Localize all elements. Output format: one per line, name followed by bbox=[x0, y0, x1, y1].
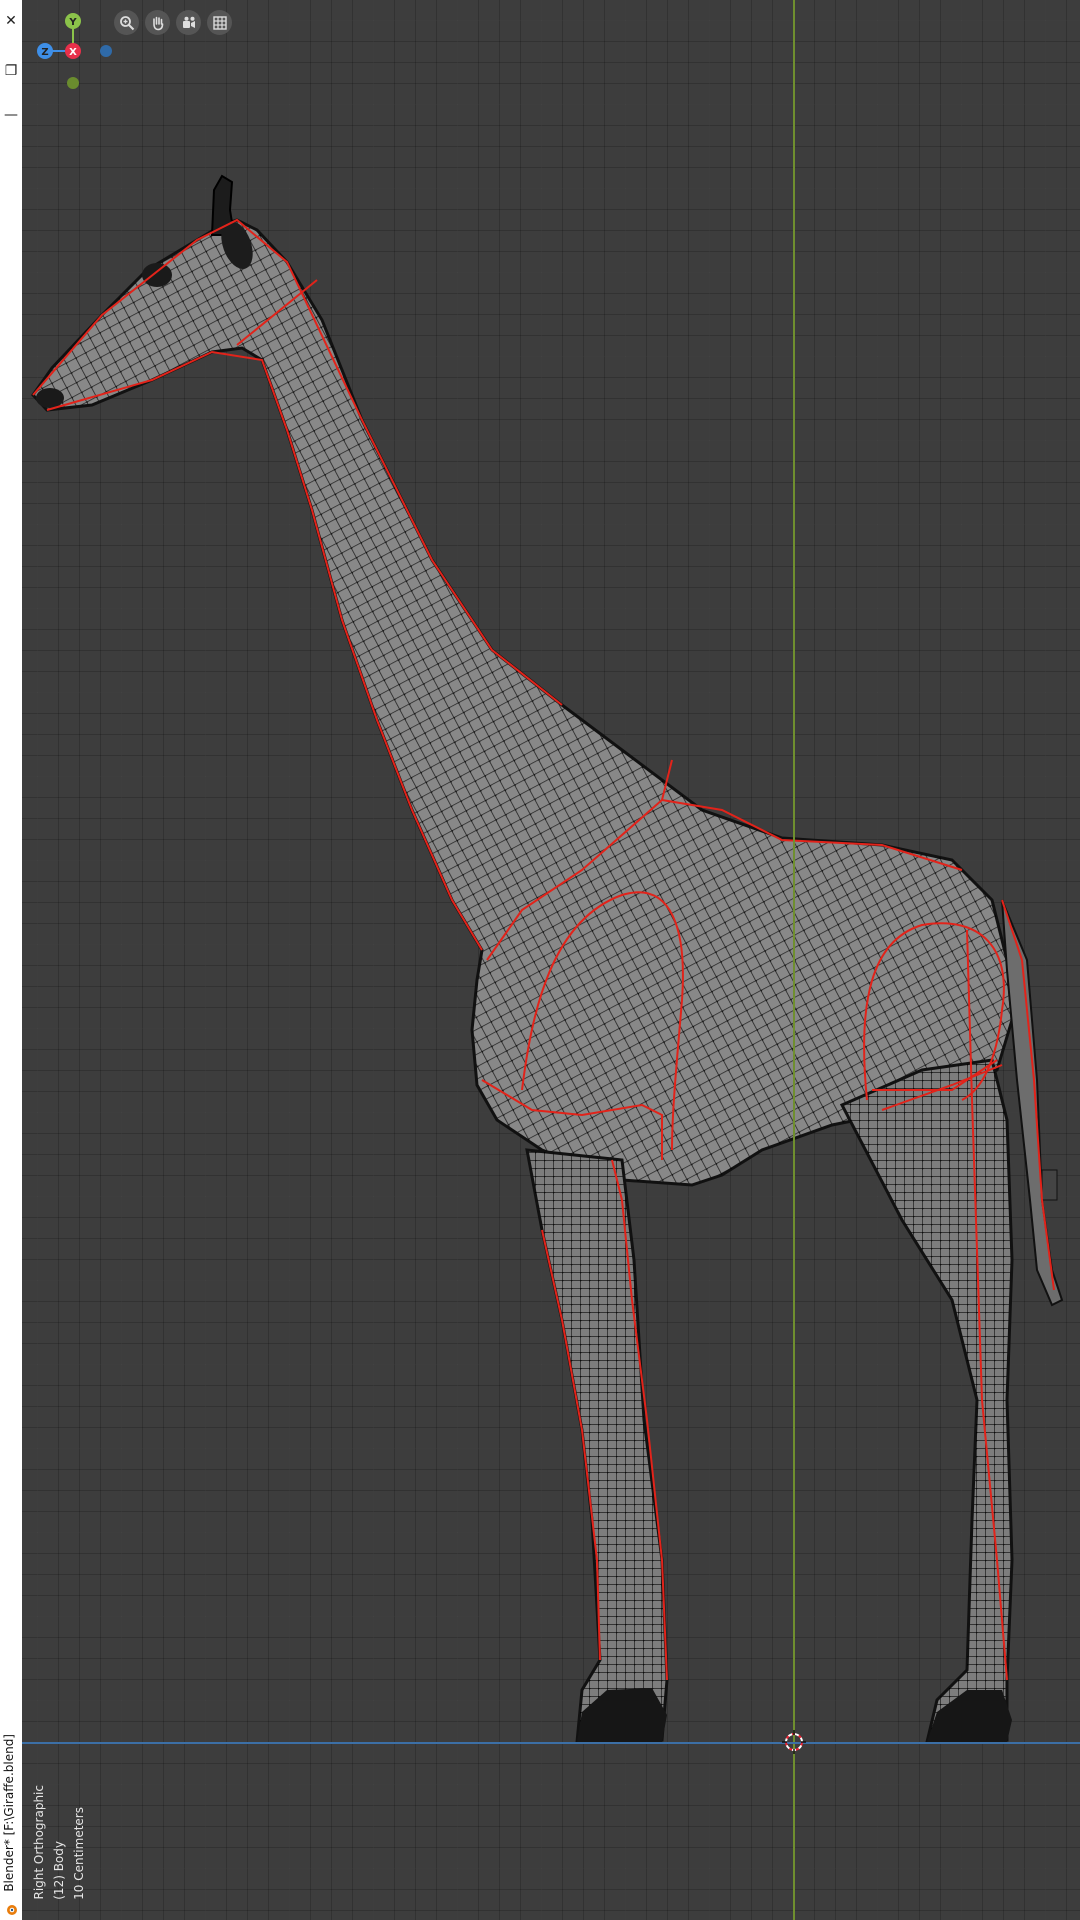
camera-view-icon[interactable] bbox=[176, 10, 201, 35]
3d-viewport[interactable]: Y Z X Right Orthographic (12) Body 10 Ce… bbox=[22, 0, 1080, 1920]
gizmo-neg-y-axis[interactable] bbox=[67, 77, 79, 89]
gizmo-y-label: Y bbox=[68, 17, 77, 28]
giraffe-mesh[interactable] bbox=[22, 0, 1080, 1920]
giraffe-rear-leg bbox=[839, 1058, 1014, 1744]
pan-hand-icon[interactable] bbox=[145, 10, 170, 35]
close-icon[interactable]: ✕ bbox=[0, 8, 22, 34]
window-title: Blender* [F:\Giraffe.blend] bbox=[2, 1734, 16, 1892]
grid-ortho-icon[interactable] bbox=[207, 10, 232, 35]
y-axis-line bbox=[793, 0, 795, 1920]
object-info-text: (12) Body bbox=[52, 1841, 66, 1900]
gizmo-neg-z-axis[interactable] bbox=[100, 45, 112, 57]
minimize-icon[interactable]: — bbox=[0, 102, 22, 128]
view-name-text: Right Orthographic bbox=[32, 1785, 46, 1900]
viewport-nav-tools bbox=[114, 10, 232, 35]
grid-scale-text: 10 Centimeters bbox=[72, 1807, 86, 1900]
floor-axis-line bbox=[22, 1742, 1080, 1744]
viewport-overlay-info: Right Orthographic (12) Body 10 Centimet… bbox=[22, 1780, 142, 1920]
gizmo-z-label: Z bbox=[41, 47, 48, 58]
gizmo-x-label: X bbox=[69, 47, 77, 58]
window-titlebar: ✕ ❐ — Blender* [F:\Giraffe.blend] bbox=[0, 0, 23, 1920]
restore-icon[interactable]: ❐ bbox=[0, 58, 22, 84]
zoom-icon[interactable] bbox=[114, 10, 139, 35]
giraffe-front-leg bbox=[525, 1148, 669, 1744]
3d-cursor-icon[interactable] bbox=[782, 1730, 806, 1754]
blender-logo-icon bbox=[7, 1905, 17, 1915]
